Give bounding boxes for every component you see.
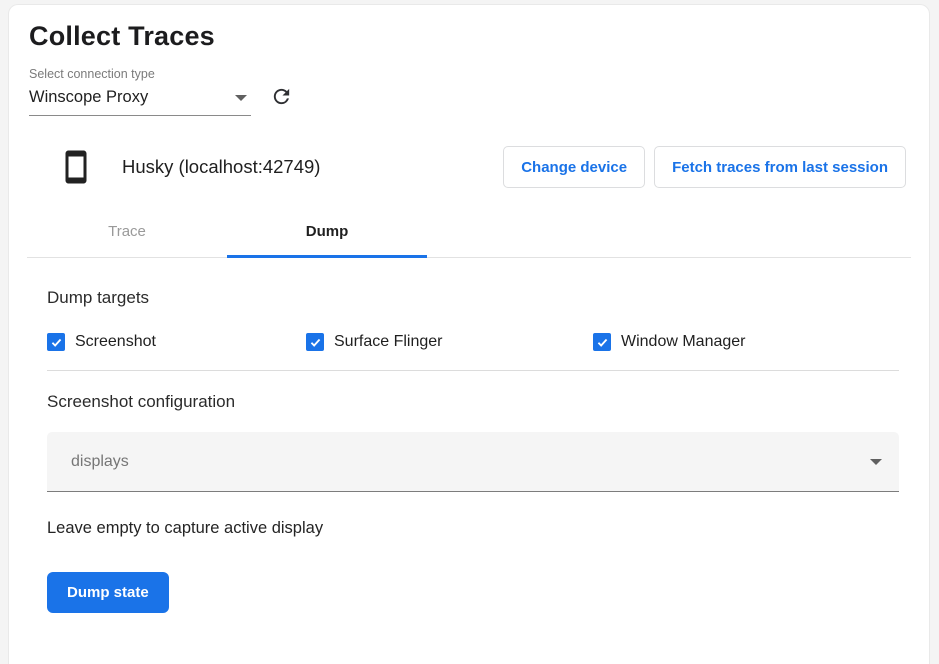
- chevron-down-icon: [870, 459, 882, 465]
- device-name: Husky (localhost:42749): [122, 156, 320, 178]
- checkbox-screenshot[interactable]: Screenshot: [47, 333, 306, 351]
- checkbox-label: Window Manager: [621, 333, 746, 351]
- chevron-down-icon: [235, 95, 247, 101]
- connection-type-value: Winscope Proxy: [29, 88, 148, 107]
- tab-dump[interactable]: Dump: [227, 206, 427, 257]
- tab-bar: Trace Dump: [27, 206, 911, 258]
- displays-select[interactable]: displays: [47, 432, 899, 492]
- checkbox-label: Surface Flinger: [334, 333, 443, 351]
- checkbox-label: Screenshot: [75, 333, 156, 351]
- connection-row: Winscope Proxy: [29, 83, 909, 116]
- page-title: Collect Traces: [29, 21, 909, 52]
- checkbox-window-manager[interactable]: Window Manager: [593, 333, 746, 351]
- header: Collect Traces Select connection type Wi…: [9, 5, 929, 116]
- refresh-connection-button[interactable]: [268, 85, 294, 111]
- fetch-traces-button[interactable]: Fetch traces from last session: [654, 146, 906, 188]
- connection-type-select[interactable]: Winscope Proxy: [29, 83, 251, 116]
- device-row: Husky (localhost:42749) Change device Fe…: [58, 146, 906, 188]
- displays-helper-text: Leave empty to capture active display: [47, 519, 899, 538]
- checkbox-checked-icon: [593, 333, 611, 351]
- tab-trace[interactable]: Trace: [27, 206, 227, 257]
- connection-type-label: Select connection type: [29, 67, 909, 81]
- dump-targets-heading: Dump targets: [47, 288, 899, 308]
- dump-targets-section: Dump targets Screenshot Surface Flinger …: [9, 288, 929, 351]
- checkbox-checked-icon: [306, 333, 324, 351]
- collect-traces-card: Collect Traces Select connection type Wi…: [8, 4, 930, 664]
- refresh-icon: [270, 85, 293, 111]
- smartphone-icon: [58, 149, 94, 185]
- change-device-button[interactable]: Change device: [503, 146, 645, 188]
- checkbox-surface-flinger[interactable]: Surface Flinger: [306, 333, 593, 351]
- screenshot-config-heading: Screenshot configuration: [47, 392, 899, 412]
- checkbox-checked-icon: [47, 333, 65, 351]
- dump-state-button[interactable]: Dump state: [47, 572, 169, 613]
- displays-select-value: displays: [71, 453, 870, 471]
- section-divider: [47, 370, 899, 371]
- screenshot-config-section: Screenshot configuration displays Leave …: [9, 392, 929, 613]
- dump-targets-row: Screenshot Surface Flinger Window Manage…: [47, 333, 899, 351]
- active-tab-indicator: [227, 255, 427, 258]
